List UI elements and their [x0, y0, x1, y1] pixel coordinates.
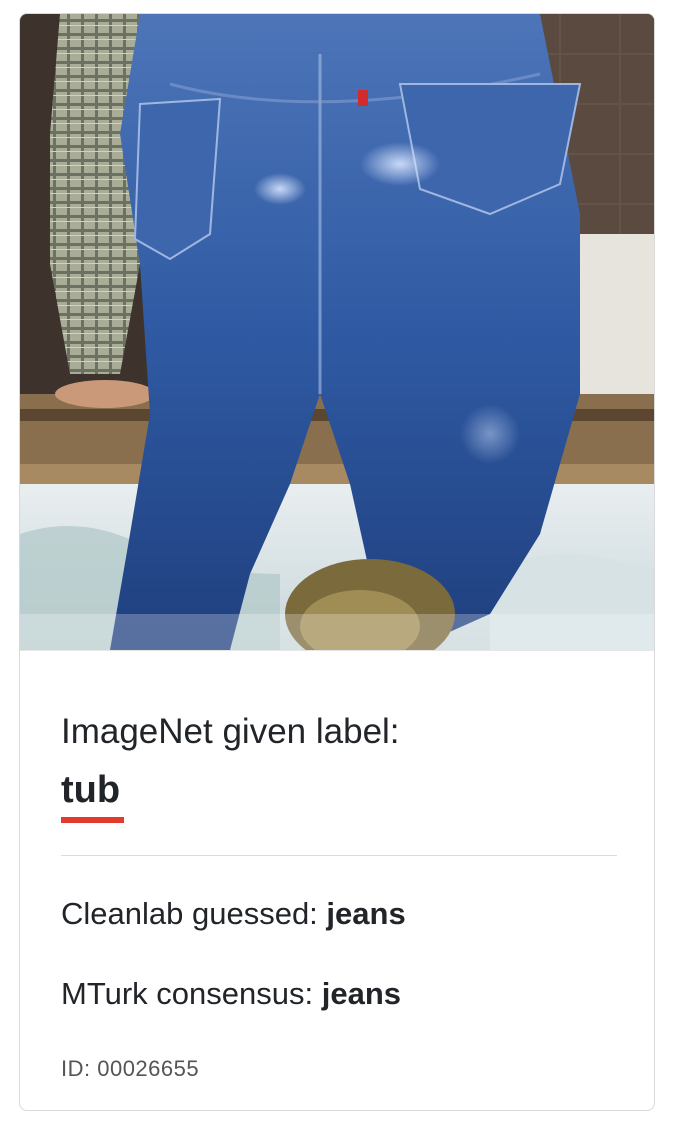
image-id: ID: 00026655 — [61, 1056, 200, 1081]
given-label-underline — [61, 817, 124, 823]
mturk-consensus-label: MTurk consensus: — [61, 976, 322, 1011]
cleanlab-guess: Cleanlab guessed: jeans — [61, 896, 406, 932]
cleanlab-guess-value: jeans — [326, 896, 406, 931]
given-label-value: tub — [61, 769, 121, 811]
given-label-heading: ImageNet given label: — [61, 712, 400, 751]
example-photo — [20, 14, 654, 651]
mturk-consensus: MTurk consensus: jeans — [61, 976, 401, 1012]
cleanlab-guess-label: Cleanlab guessed: — [61, 896, 327, 931]
divider — [61, 855, 617, 856]
mturk-consensus-value: jeans — [321, 976, 401, 1011]
result-card: ImageNet given label: tub Cleanlab guess… — [19, 13, 655, 1111]
